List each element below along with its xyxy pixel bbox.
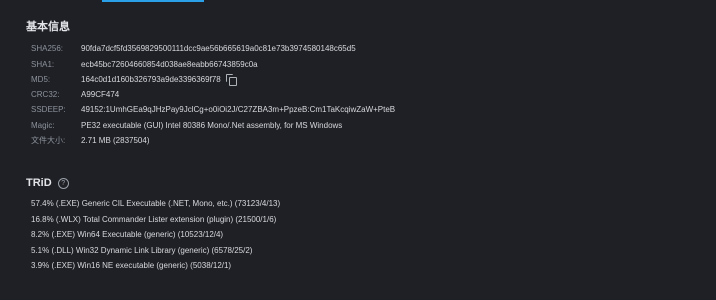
sha1-row: SHA1: ecb45bc72604660854d038ae8eabb66743… <box>31 56 258 72</box>
sha256-value: 90fda7dcf5fd3569829500111dcc9ae56b665619… <box>81 43 356 53</box>
basic-info-heading: 基本信息 <box>26 18 70 34</box>
crc32-row: CRC32: A99CF474 <box>31 86 119 102</box>
sha256-row: SHA256: 90fda7dcf5fd3569829500111dcc9ae5… <box>31 40 356 56</box>
magic-label: Magic: <box>31 120 55 130</box>
md5-row: MD5: 164c0d1d160b326793a9de3396369f78 <box>31 71 237 87</box>
trid-item: 57.4% (.EXE) Generic CIL Executable (.NE… <box>31 199 281 208</box>
ssdeep-label: SSDEEP: <box>31 104 66 114</box>
trid-item: 5.1% (.DLL) Win32 Dynamic Link Library (… <box>31 246 253 255</box>
copy-icon[interactable] <box>225 73 237 86</box>
sha256-label: SHA256: <box>31 43 64 53</box>
trid-item: 8.2% (.EXE) Win64 Executable (generic) (… <box>31 230 224 239</box>
md5-label: MD5: <box>31 74 51 84</box>
basic-info-title: 基本信息 <box>26 21 70 33</box>
sha1-value: ecb45bc72604660854d038ae8eabb66743859c0a <box>81 59 258 69</box>
ssdeep-value: 49152:1UmhGEa9qJHzPay9JclCg+o0iOi2J/C27Z… <box>81 104 396 114</box>
ssdeep-row: SSDEEP: 49152:1UmhGEa9qJHzPay9JclCg+o0iO… <box>31 101 395 117</box>
magic-value: PE32 executable (GUI) Intel 80386 Mono/.… <box>81 120 343 130</box>
crc32-label: CRC32: <box>31 89 60 99</box>
help-icon[interactable]: ? <box>57 177 69 189</box>
magic-row: Magic: PE32 executable (GUI) Intel 80386… <box>31 117 342 133</box>
active-tab-indicator <box>102 0 204 2</box>
md5-value-wrap: 164c0d1d160b326793a9de3396369f78 <box>81 73 237 86</box>
file-detail-panel: 基本信息 SHA256: 90fda7dcf5fd3569829500111dc… <box>0 0 716 300</box>
file-size-label: 文件大小: <box>31 135 66 145</box>
md5-value: 164c0d1d160b326793a9de3396369f78 <box>81 74 221 84</box>
trid-title: TRiD <box>26 177 52 189</box>
sha1-label: SHA1: <box>31 59 55 69</box>
trid-item: 16.8% (.WLX) Total Commander Lister exte… <box>31 215 277 224</box>
file-size-value: 2.71 MB (2837504) <box>81 135 150 145</box>
trid-heading: TRiD ? <box>26 177 69 189</box>
file-size-row: 文件大小: 2.71 MB (2837504) <box>31 132 150 148</box>
crc32-value: A99CF474 <box>81 89 120 99</box>
trid-item: 3.9% (.EXE) Win16 NE executable (generic… <box>31 261 232 270</box>
copy-icon-front <box>228 76 237 86</box>
